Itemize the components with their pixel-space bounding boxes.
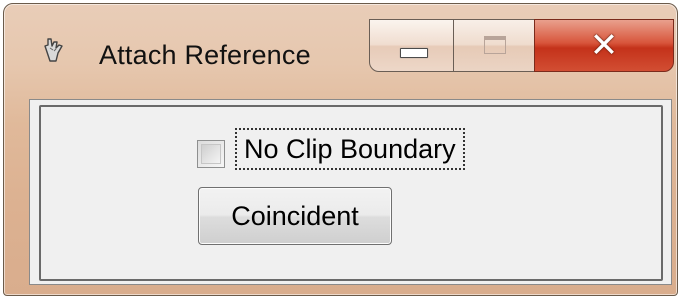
dialog-window: Attach Reference ✕ No Clip Boundary Coin… xyxy=(3,3,678,296)
close-icon: ✕ xyxy=(589,24,619,65)
maximize-icon xyxy=(484,36,506,54)
no-clip-boundary-checkbox[interactable] xyxy=(197,140,225,168)
app-icon[interactable] xyxy=(42,36,66,64)
caption-buttons: ✕ xyxy=(369,19,674,72)
close-button[interactable]: ✕ xyxy=(534,19,674,72)
options-group: No Clip Boundary Coincident xyxy=(39,105,663,281)
minimize-icon xyxy=(400,48,428,58)
no-clip-boundary-label[interactable]: No Clip Boundary xyxy=(235,128,465,170)
minimize-button[interactable] xyxy=(369,19,454,72)
coincident-button[interactable]: Coincident xyxy=(198,187,392,245)
dialog-client-area: No Clip Boundary Coincident xyxy=(29,99,672,285)
maximize-button[interactable] xyxy=(453,19,535,72)
window-title: Attach Reference xyxy=(99,40,311,70)
